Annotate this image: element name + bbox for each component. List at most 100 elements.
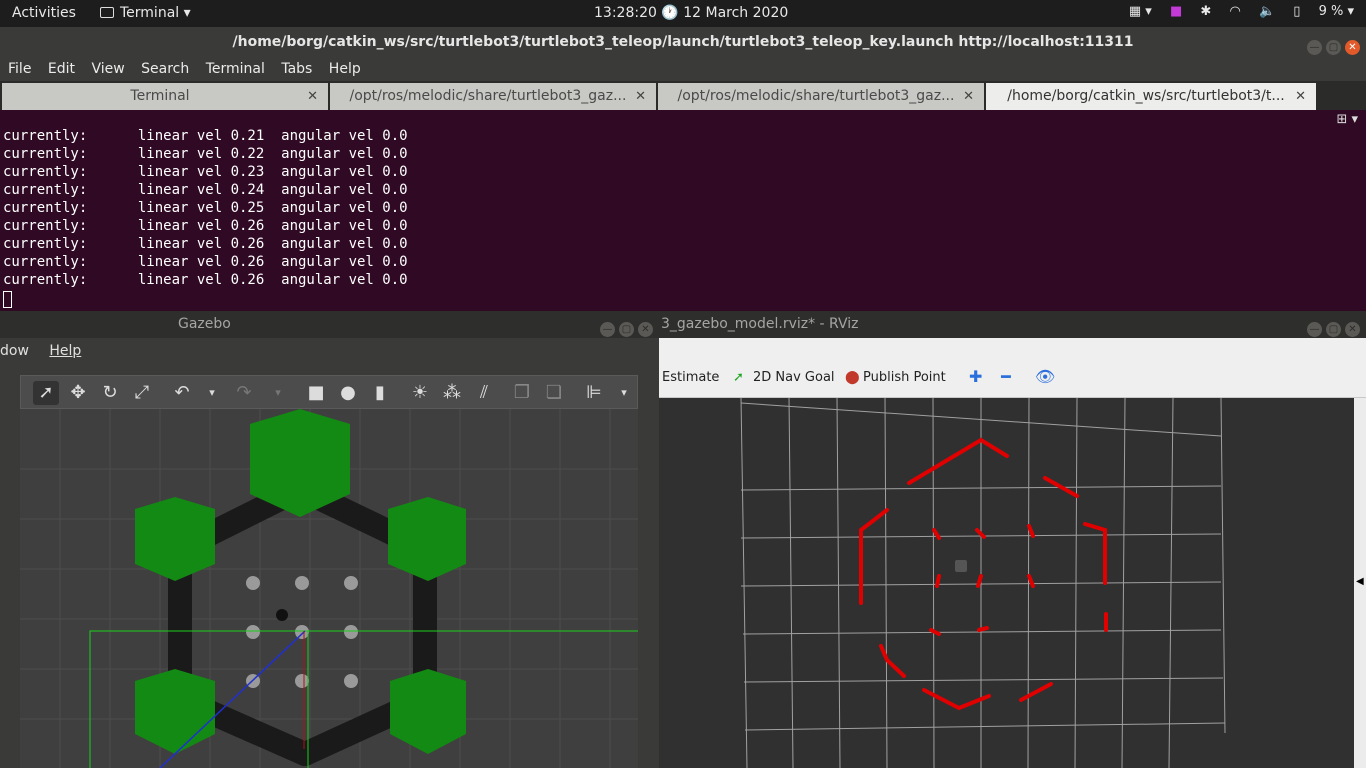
- input-method-icon[interactable]: ▦ ▾: [1129, 4, 1152, 19]
- rviz-toolbar: Estimate ➚ 2D Nav Goal ⬤ Publish Point ✚…: [659, 338, 1366, 398]
- close-button[interactable]: ✕: [1345, 40, 1360, 55]
- menu-terminal[interactable]: Terminal: [206, 61, 265, 77]
- battery-level: 9 %: [1318, 4, 1344, 19]
- directional-light-icon[interactable]: ⫽: [471, 381, 497, 405]
- box-shape-icon[interactable]: ■: [303, 381, 329, 405]
- menu-search[interactable]: Search: [141, 61, 189, 77]
- cylinder-shape-icon[interactable]: ▮: [367, 381, 393, 405]
- publish-point-icon: ⬤: [845, 370, 860, 385]
- expand-arrow-icon: ◀: [1356, 576, 1364, 587]
- tab-close-icon[interactable]: ✕: [307, 83, 318, 110]
- window-controls: — ▢ ✕: [596, 317, 653, 337]
- undo-dropdown-icon[interactable]: ▾: [199, 381, 225, 405]
- rviz-scene: [740, 398, 1226, 768]
- wifi-icon[interactable]: ◠: [1229, 4, 1240, 19]
- gazebo-toolbar: ➚ ✥ ↻ ⤢ ↶ ▾ ↷ ▾ ■ ● ▮ ☀ ⁂ ⫽ ❐ ❏ ⊫ ▾: [20, 375, 638, 409]
- scale-mode-icon[interactable]: ⤢: [129, 381, 155, 405]
- menu-file[interactable]: File: [8, 61, 31, 77]
- rviz-grid: [740, 398, 1226, 768]
- maximize-button[interactable]: ▢: [1326, 322, 1341, 337]
- tab-close-icon[interactable]: ✕: [1295, 83, 1306, 110]
- rviz-side-panel-toggle[interactable]: ◀: [1354, 398, 1366, 768]
- tab-teleop[interactable]: /home/borg/catkin_ws/src/turtlebot3/t...…: [986, 83, 1316, 110]
- clock-date: 12 March 2020: [683, 5, 789, 21]
- terminal-tabs: Terminal ✕ /opt/ros/melodic/share/turtleb…: [0, 81, 1366, 110]
- menu-help[interactable]: Help: [49, 343, 81, 359]
- robot-model[interactable]: [955, 560, 967, 572]
- turtlebot-model[interactable]: [276, 609, 288, 621]
- gazebo-menubar: dow Help: [0, 338, 659, 364]
- tab-label: Terminal: [130, 88, 190, 104]
- app-indicator-icon[interactable]: ■: [1170, 4, 1182, 19]
- point-light-icon[interactable]: ☀: [407, 381, 433, 405]
- redo-icon[interactable]: ↷: [231, 381, 257, 405]
- copy-icon[interactable]: ❐: [509, 381, 535, 405]
- terminal-line: currently: linear vel 0.25 angular vel 0…: [3, 200, 408, 216]
- rotate-mode-icon[interactable]: ↻: [97, 381, 123, 405]
- terminal-line: currently: linear vel 0.22 angular vel 0…: [3, 146, 408, 162]
- undo-icon[interactable]: ↶: [169, 381, 195, 405]
- rviz-window: 3_gazebo_model.rviz* - RViz — ▢ ✕ Estimate…: [659, 311, 1366, 768]
- battery-icon[interactable]: ▯ 9 % ▾: [1293, 4, 1354, 19]
- paste-icon[interactable]: ❏: [541, 381, 567, 405]
- app-name: Terminal: [120, 5, 180, 21]
- select-mode-icon[interactable]: ➚: [33, 381, 59, 405]
- menu-window[interactable]: dow: [0, 343, 29, 359]
- terminal-window: /home/borg/catkin_ws/src/turtlebot3/turt…: [0, 27, 1366, 311]
- terminal-line: currently: linear vel 0.23 angular vel 0…: [3, 164, 408, 180]
- menu-edit[interactable]: Edit: [48, 61, 75, 77]
- rviz-title: 3_gazebo_model.rviz* - RViz: [659, 311, 1366, 338]
- toolbar-more-icon[interactable]: ▾: [611, 381, 637, 405]
- pose-estimate-tool[interactable]: Estimate: [662, 370, 719, 385]
- sphere-shape-icon[interactable]: ●: [335, 381, 361, 405]
- spot-light-icon[interactable]: ⁂: [439, 381, 465, 405]
- system-tray[interactable]: ▦ ▾ ■ ✱ ◠ 🔈 ▯ 9 % ▾: [1115, 4, 1354, 19]
- tab-close-icon[interactable]: ✕: [963, 83, 974, 110]
- menu-view[interactable]: View: [91, 61, 124, 77]
- publish-point-tool[interactable]: Publish Point: [863, 370, 946, 385]
- terminal-menubar: File Edit View Search Terminal Tabs Help: [0, 57, 1366, 81]
- clock-icon: 🕐: [661, 5, 679, 21]
- rviz-3d-view[interactable]: [659, 398, 1354, 768]
- translate-mode-icon[interactable]: ✥: [65, 381, 91, 405]
- menu-tabs[interactable]: Tabs: [281, 61, 312, 77]
- gazebo-title: Gazebo: [0, 311, 659, 338]
- terminal-line: currently: linear vel 0.26 angular vel 0…: [3, 254, 408, 270]
- gazebo-3d-view[interactable]: [20, 409, 638, 768]
- tab-gazebo-launch-1[interactable]: /opt/ros/melodic/share/turtlebot3_gaz...…: [330, 83, 656, 110]
- align-icon[interactable]: ⊫: [581, 381, 607, 405]
- terminal-icon: [100, 7, 114, 18]
- terminal-line: currently: linear vel 0.26 angular vel 0…: [3, 236, 408, 252]
- minimize-button[interactable]: —: [1307, 322, 1322, 337]
- gazebo-scene: [20, 409, 638, 768]
- tab-terminal[interactable]: Terminal ✕: [2, 83, 328, 110]
- terminal-line: currently: linear vel 0.24 angular vel 0…: [3, 182, 408, 198]
- clock[interactable]: 13:28:20 🕐 12 March 2020: [594, 5, 788, 21]
- slack-icon[interactable]: ✱: [1200, 4, 1211, 19]
- tab-label: /opt/ros/melodic/share/turtlebot3_gaz...: [349, 88, 627, 104]
- maximize-button[interactable]: ▢: [619, 322, 634, 337]
- add-tool-icon[interactable]: ✚: [969, 367, 982, 386]
- camera-view-icon[interactable]: 👁: [1035, 367, 1055, 386]
- minimize-button[interactable]: —: [600, 322, 615, 337]
- window-controls: — ▢ ✕: [1303, 35, 1360, 55]
- activities-button[interactable]: Activities: [12, 5, 76, 21]
- tab-gazebo-launch-2[interactable]: /opt/ros/melodic/share/turtlebot3_gaz...…: [658, 83, 984, 110]
- laser-scan-points: [859, 437, 1108, 711]
- terminal-output[interactable]: currently: linear vel 0.21 angular vel 0…: [3, 127, 408, 289]
- close-button[interactable]: ✕: [638, 322, 653, 337]
- terminal-line: currently: linear vel 0.21 angular vel 0…: [3, 128, 408, 144]
- menu-help[interactable]: Help: [329, 61, 361, 77]
- tab-label: /opt/ros/melodic/share/turtlebot3_gaz...: [677, 88, 955, 104]
- close-button[interactable]: ✕: [1345, 322, 1360, 337]
- app-menu[interactable]: Terminal ▾: [100, 5, 191, 21]
- maximize-button[interactable]: ▢: [1326, 40, 1341, 55]
- nav-goal-tool[interactable]: 2D Nav Goal: [753, 370, 835, 385]
- window-controls: — ▢ ✕: [1303, 317, 1360, 337]
- remove-tool-icon[interactable]: ━: [1001, 367, 1011, 386]
- tab-close-icon[interactable]: ✕: [635, 83, 646, 110]
- minimize-button[interactable]: —: [1307, 40, 1322, 55]
- new-tab-icon[interactable]: ⊞ ▾: [1336, 112, 1358, 127]
- redo-dropdown-icon[interactable]: ▾: [265, 381, 291, 405]
- volume-icon[interactable]: 🔈: [1259, 4, 1275, 19]
